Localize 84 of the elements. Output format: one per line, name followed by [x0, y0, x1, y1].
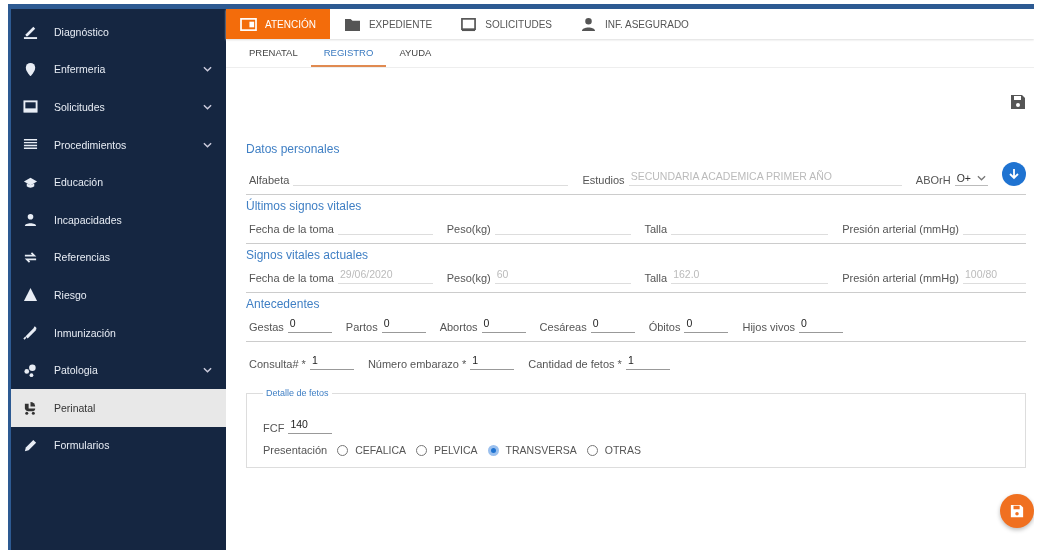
sidebar-item[interactable]: Diagnóstico: [11, 13, 226, 51]
field-label: Presión arterial (mmHg): [842, 223, 959, 235]
section-title: Últimos signos vitales: [246, 199, 363, 213]
field-label: Gestas: [249, 321, 284, 333]
field-label: Hijos vivos: [742, 321, 796, 333]
field-label: Presentación: [263, 444, 328, 456]
field-label: Estudios: [582, 174, 625, 186]
warning-icon: [23, 287, 38, 303]
field-label: Peso(kg): [446, 272, 491, 284]
field-label: Talla: [644, 223, 668, 235]
field-label: Cesáreas: [539, 321, 587, 333]
field-label: Fecha de la toma: [249, 272, 334, 284]
chevron-down-icon: [203, 104, 212, 110]
input-field[interactable]: 0: [481, 317, 526, 333]
input-field[interactable]: 0: [684, 317, 729, 333]
input-field[interactable]: 140: [288, 418, 333, 434]
monitor-icon: [23, 99, 38, 115]
sub-tab[interactable]: REGISTRO: [310, 39, 387, 67]
section-title: Datos personales: [246, 142, 341, 156]
sidebar-item[interactable]: Procedimientos: [11, 125, 226, 164]
field-label: ABOrH: [915, 174, 951, 186]
field-label: Partos: [345, 321, 378, 333]
dots-icon: [23, 362, 38, 378]
field-label: Número embarazo *: [367, 358, 467, 370]
sidebar-item[interactable]: Referencias: [11, 238, 226, 277]
radio-option[interactable]: OTRAS: [586, 444, 641, 456]
field-label: Óbitos: [648, 321, 681, 333]
field-label: Cantidad de fetos *: [528, 358, 622, 370]
sidebar-item[interactable]: Incapacidades: [11, 200, 226, 239]
input-field[interactable]: 0: [287, 317, 332, 333]
save-icon: [1010, 504, 1024, 518]
chevron-down-icon: [203, 66, 212, 73]
sub-tab[interactable]: PRENATAL: [236, 39, 311, 67]
chevron-down-icon: [203, 367, 212, 374]
map-pin-icon: [23, 61, 38, 77]
download-button[interactable]: [1002, 162, 1026, 186]
radio-option[interactable]: PELVICA: [416, 444, 478, 456]
field-label: Alfabeta: [249, 174, 290, 186]
field-label: Presión arterial (mmHg): [842, 272, 959, 284]
sidebar-item[interactable]: Perinatal: [11, 388, 226, 427]
person-icon: [580, 16, 597, 32]
input-field[interactable]: 1: [309, 354, 354, 370]
field-label: Fecha de la toma: [249, 223, 334, 235]
syringe-icon: [23, 325, 38, 341]
top-tab[interactable]: SOLICITUDES: [446, 9, 566, 39]
radio-option[interactable]: TRANSVERSA: [487, 444, 577, 456]
sidebar-item[interactable]: Formularios: [11, 426, 226, 465]
sidebar-item[interactable]: Educación: [11, 163, 226, 201]
field-label: Peso(kg): [446, 223, 491, 235]
section-title: Antecedentes: [246, 297, 321, 311]
blood-type-select[interactable]: O+: [954, 172, 988, 186]
radio-option[interactable]: CEFALICA: [337, 444, 406, 456]
section-title: Signos vitales actuales: [246, 248, 370, 262]
sidebar-item[interactable]: Riesgo: [11, 276, 226, 314]
pen-line-icon: [23, 24, 38, 40]
chevron-down-icon: [977, 175, 986, 181]
person-icon: [23, 212, 38, 228]
panel-legend: Detalle de fetos: [263, 388, 332, 398]
sub-tab[interactable]: AYUDA: [386, 39, 445, 67]
top-tab[interactable]: EXPEDIENTE: [329, 9, 447, 39]
floating-save-button[interactable]: [1000, 494, 1034, 528]
sidebar-item[interactable]: Solicitudes: [11, 88, 226, 126]
folder-icon: [343, 16, 361, 32]
sidebar-item[interactable]: Patologia: [11, 351, 226, 389]
chevron-down-icon: [203, 141, 212, 148]
input-field[interactable]: 1: [625, 354, 670, 370]
id-card-icon: [240, 16, 257, 32]
input-field[interactable]: 0: [590, 317, 635, 333]
sidebar-item[interactable]: Enfermeria: [11, 50, 226, 89]
field-label: Talla: [644, 272, 668, 284]
input-field[interactable]: 0: [799, 317, 844, 333]
pencil-icon: [23, 437, 38, 453]
monitor-icon: [460, 16, 478, 32]
radio-button[interactable]: [487, 444, 499, 456]
arrow-down-icon: [1008, 168, 1020, 180]
input-field[interactable]: 1: [470, 354, 515, 370]
stroller-icon: [23, 400, 38, 416]
field-label: Abortos: [439, 321, 478, 333]
input-field[interactable]: 0: [381, 317, 426, 333]
field-label: Consulta# *: [249, 358, 306, 370]
top-tab[interactable]: INF. ASEGURADO: [566, 9, 703, 39]
sidebar-item[interactable]: Inmunización: [11, 313, 226, 352]
field-label: FCF: [263, 422, 285, 434]
save-icon[interactable]: [1010, 94, 1026, 110]
